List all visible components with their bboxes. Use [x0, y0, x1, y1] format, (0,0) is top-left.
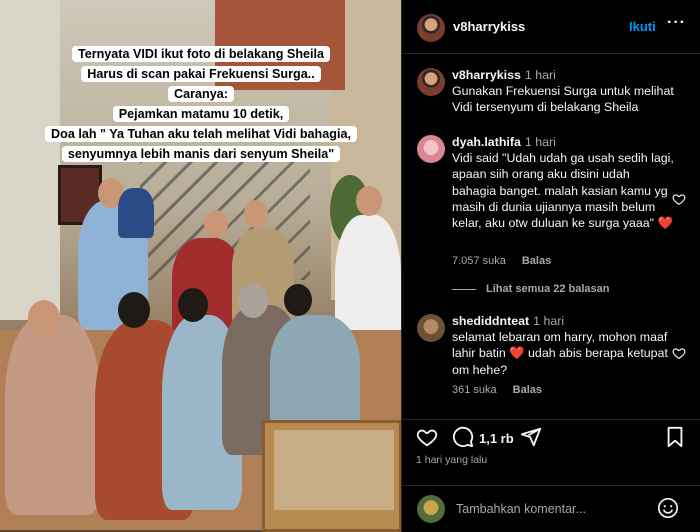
- comment-username[interactable]: v8harrykiss: [452, 68, 521, 82]
- comment-text: selamat lebaran om harry, mohon maaf lah…: [452, 330, 668, 377]
- photo-table-glass: [274, 430, 394, 510]
- comment-count: 1,1 rb: [479, 431, 514, 446]
- comment-item: dyah.lathifa 1 hari Vidi said "Udah udah …: [452, 134, 674, 231]
- comment-username[interactable]: dyah.lathifa: [452, 135, 521, 149]
- owner-avatar[interactable]: [417, 14, 445, 42]
- caption-line: Harus di scan pakai Frekuensi Surga..: [81, 66, 321, 82]
- post-header: v8harrykiss Ikuti ···: [402, 0, 700, 54]
- photo-person-head: [28, 300, 60, 336]
- follow-button[interactable]: Ikuti: [629, 19, 656, 34]
- like-count[interactable]: 361 suka: [452, 384, 497, 396]
- view-replies-label: Lihat semua 22 balasan: [486, 283, 610, 295]
- reply-button[interactable]: Balas: [513, 384, 542, 396]
- caption-line: Caranya:: [168, 86, 234, 102]
- photo-person-head: [178, 288, 208, 322]
- heart-icon[interactable]: [416, 426, 438, 448]
- divider: [452, 288, 476, 290]
- photo-person-head: [356, 186, 382, 216]
- comments-list[interactable]: v8harrykiss 1 hari Gunakan Frekuensi Surg…: [402, 54, 700, 419]
- comment-composer: [402, 485, 700, 532]
- photo-person: [5, 315, 100, 515]
- instagram-post-window: Ternyata VIDI ikut foto di belakang Shei…: [0, 0, 700, 532]
- comment-time: 1 hari: [533, 314, 565, 328]
- post-photo[interactable]: Ternyata VIDI ikut foto di belakang Shei…: [0, 0, 401, 532]
- owner-username[interactable]: v8harrykiss: [453, 19, 525, 34]
- comment-text: Vidi said "Udah udah ga usah sedih lagi,…: [452, 151, 674, 231]
- comment-time: 1 hari: [524, 68, 556, 82]
- owner-avatar[interactable]: [417, 68, 445, 96]
- photo-person-head: [204, 210, 228, 238]
- reply-button[interactable]: Balas: [522, 255, 551, 267]
- owner-caption: v8harrykiss 1 hari Gunakan Frekuensi Surg…: [452, 67, 674, 116]
- comment-time: 1 hari: [524, 135, 556, 149]
- user-avatar: [417, 495, 445, 523]
- photo-person: [270, 315, 360, 435]
- comment-meta: 7.057 suka Balas: [452, 255, 567, 267]
- more-icon[interactable]: ···: [667, 14, 686, 32]
- comment-input[interactable]: [456, 498, 646, 520]
- emoji-icon[interactable]: [657, 497, 679, 519]
- caption-line: senyumnya lebih manis dari senyum Sheila…: [61, 146, 341, 162]
- comment-text: Gunakan Frekuensi Surga untuk melihat Vi…: [452, 84, 674, 115]
- share-icon[interactable]: [520, 426, 542, 448]
- commenter-avatar[interactable]: [417, 314, 445, 342]
- photo-person-head: [244, 200, 268, 228]
- photo-person: [118, 188, 154, 238]
- bookmark-icon[interactable]: [665, 426, 685, 448]
- heart-icon[interactable]: [672, 346, 686, 360]
- comment-meta: 361 suka Balas: [452, 384, 558, 396]
- heart-icon[interactable]: [672, 192, 686, 206]
- post-text-overlay: Ternyata VIDI ikut foto di belakang Shei…: [36, 44, 366, 164]
- comment-username[interactable]: shediddnteat: [452, 314, 529, 328]
- post-date[interactable]: 1 hari yang lalu: [416, 454, 487, 466]
- post-actions-bar: 1,1 rb 1 hari yang lalu: [402, 419, 700, 485]
- view-replies-button[interactable]: Lihat semua 22 balasan: [452, 283, 610, 295]
- commenter-avatar[interactable]: [417, 135, 445, 163]
- caption-line: Ternyata VIDI ikut foto di belakang Shei…: [71, 46, 331, 62]
- photo-person-head: [284, 284, 312, 316]
- photo-person-head: [118, 292, 150, 328]
- caption-line: Doa lah " Ya Tuhan aku telah melihat Vid…: [45, 126, 357, 142]
- post-side-panel: v8harrykiss Ikuti ··· v8harrykiss 1 hari …: [401, 0, 700, 532]
- like-count[interactable]: 7.057 suka: [452, 255, 506, 267]
- photo-person-head: [238, 284, 268, 318]
- caption-line: Pejamkan matamu 10 detik,: [112, 106, 290, 122]
- comment-item: shediddnteat 1 hari selamat lebaran om ha…: [452, 313, 674, 378]
- comment-icon[interactable]: [452, 426, 474, 448]
